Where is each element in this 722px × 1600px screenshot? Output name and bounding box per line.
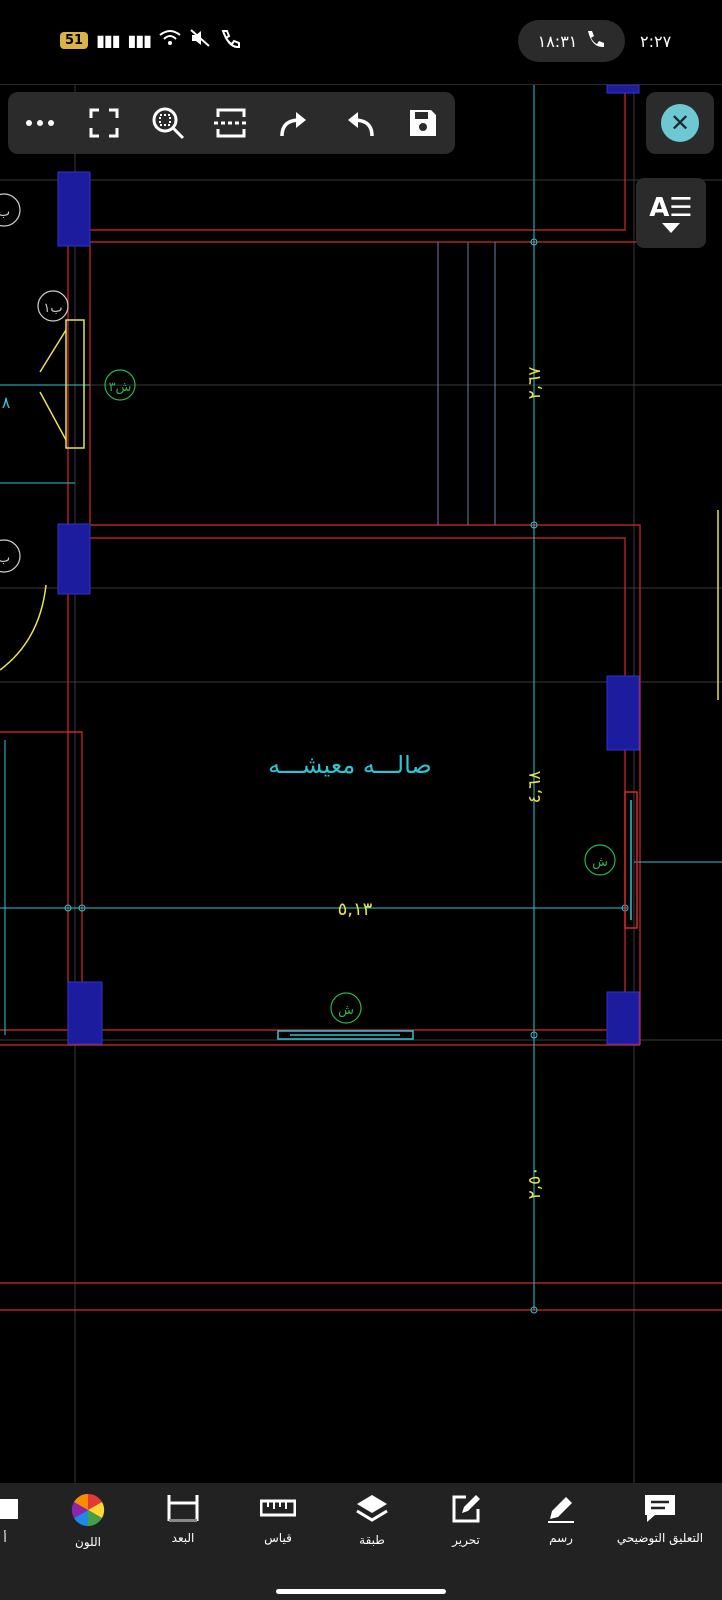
dimension-horizontal: ٥,١٣: [338, 899, 373, 920]
close-button[interactable]: ✕: [661, 104, 699, 142]
battery-indicator: 51: [60, 31, 89, 49]
more-icon: [25, 120, 54, 126]
drawing-canvas[interactable]: صالـــه معيشـــه ٥,١٣ ٢,٦٧ ٤,٦٨ ٢,٥٠ ب١ …: [0, 84, 722, 1483]
fullscreen-icon: [89, 108, 119, 138]
save-icon: [409, 110, 436, 136]
room-label: صالـــه معيشـــه: [268, 751, 432, 779]
side-number: ٨: [2, 393, 11, 412]
tab-edit[interactable]: تحرير: [421, 1493, 511, 1547]
zoom-extents-icon: [152, 107, 184, 140]
window-tag-1: ش: [592, 855, 608, 870]
grid-lines: [0, 85, 722, 1483]
signal-icon: ▮▮▮: [96, 30, 120, 50]
ongoing-call-pill[interactable]: ١٨:٣١: [518, 20, 625, 62]
door-tag-mid: ب: [0, 205, 10, 220]
window-tag-3: ش٣: [109, 380, 132, 395]
tab-partial[interactable]: أ: [0, 1493, 50, 1545]
call-time: ١٨:٣١: [537, 31, 578, 51]
status-icons: 51 ▮▮▮ ▮▮▮: [60, 28, 241, 52]
partial-tool-icon: [0, 1499, 18, 1519]
shaft-lines: [437, 242, 496, 525]
wifi-icon: [159, 29, 181, 51]
close-panel: ✕: [646, 92, 714, 154]
dimension-icon: [167, 1495, 199, 1522]
tab-draw[interactable]: رسم: [516, 1493, 606, 1545]
tab-label: أ: [3, 1531, 7, 1545]
tab-dimension[interactable]: البعد: [138, 1493, 228, 1545]
save-button[interactable]: [400, 100, 446, 146]
tab-annotation[interactable]: التعليق التوضيحي: [615, 1493, 705, 1545]
tab-label: اللون: [75, 1535, 101, 1549]
tags: [0, 193, 616, 1024]
status-bar: 51 ▮▮▮ ▮▮▮ ١٨:٣١ ٢:٢٧: [0, 0, 722, 85]
home-indicator[interactable]: [276, 1589, 446, 1594]
bottom-toolbar: التعليق التوضيحي رسم تحرير طبقة قياس الب…: [0, 1483, 722, 1600]
annotation-icon: [645, 1495, 675, 1522]
clock: ٢:٢٧: [640, 32, 672, 51]
dimension-vertical-1: ٢,٦٧: [525, 367, 545, 400]
pencil-icon: [548, 1497, 574, 1523]
tab-label: قياس: [264, 1531, 292, 1545]
top-toolbar: [8, 92, 455, 154]
door-tag-bot: ب: [0, 551, 10, 566]
door-tag-top: ب١: [43, 301, 62, 316]
ruler-icon: [260, 1499, 296, 1517]
redo-button[interactable]: [272, 100, 318, 146]
phone-icon: [585, 29, 605, 53]
tab-layer[interactable]: طبقة: [327, 1493, 417, 1547]
fit-width-icon: [214, 108, 249, 138]
tab-label: طبقة: [359, 1533, 385, 1547]
zoom-extents-button[interactable]: [145, 100, 191, 146]
chevron-down-icon: [662, 223, 680, 233]
undo-icon: [348, 112, 374, 137]
redo-icon: [280, 112, 307, 137]
wifi-call-icon: [219, 28, 241, 52]
undo-button[interactable]: [336, 100, 382, 146]
mute-icon: [189, 28, 211, 52]
cad-drawing[interactable]: صالـــه معيشـــه ٥,١٣ ٢,٦٧ ٤,٦٨ ٢,٥٠ ب١ …: [0, 84, 722, 1483]
signal-icon-2: ▮▮▮: [127, 30, 152, 50]
tab-label: التعليق التوضيحي: [616, 1531, 704, 1545]
text-style-button[interactable]: A☰: [636, 178, 706, 248]
layers-icon: [356, 1495, 388, 1522]
dimension-vertical-2: ٤,٦٨: [525, 771, 545, 804]
tab-label: البعد: [171, 1531, 195, 1545]
edit-icon: [452, 1495, 480, 1523]
window-tag-2: ش: [338, 1003, 354, 1018]
tab-measure[interactable]: قياس: [233, 1493, 323, 1545]
text-style-icon: A☰: [649, 193, 693, 223]
tab-label: رسم: [549, 1531, 573, 1545]
color-wheel-icon: [71, 1493, 105, 1527]
close-icon: ✕: [669, 109, 691, 137]
dimension-vertical-3: ٢,٥٠: [525, 1167, 545, 1200]
fit-width-button[interactable]: [208, 100, 254, 146]
tab-label: تحرير: [452, 1533, 480, 1547]
tab-color[interactable]: اللون: [43, 1493, 133, 1549]
fullscreen-button[interactable]: [81, 100, 127, 146]
more-button[interactable]: [17, 100, 63, 146]
